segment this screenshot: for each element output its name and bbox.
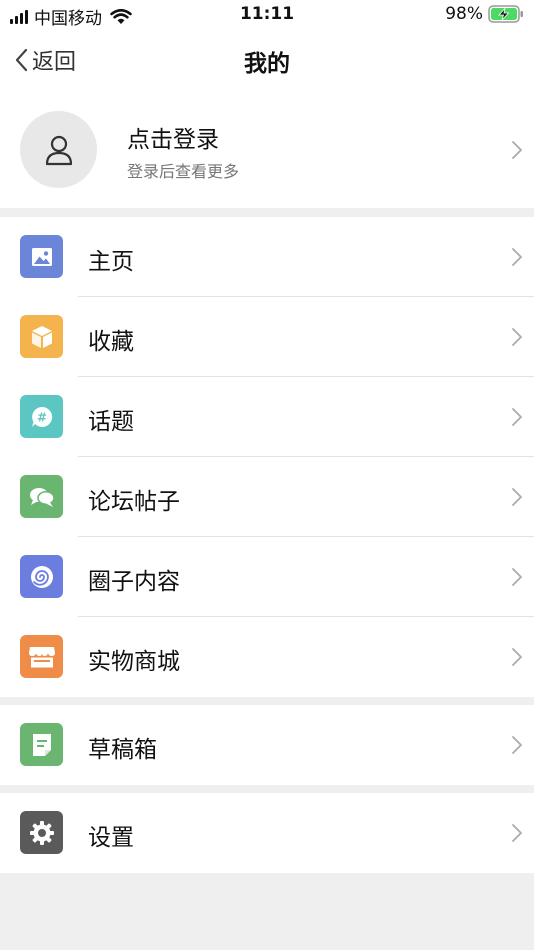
menu-item-label: 收藏 xyxy=(88,329,134,355)
status-right: 98% xyxy=(445,4,524,24)
menu-item-circle-content[interactable]: 圈子内容 xyxy=(0,537,534,617)
chevron-right-icon xyxy=(512,824,522,842)
chevron-right-icon xyxy=(512,488,522,506)
image-icon xyxy=(20,235,63,278)
chevron-right-icon xyxy=(512,328,522,346)
menu-item-label: 设置 xyxy=(88,825,134,851)
chevron-right-icon xyxy=(512,568,522,586)
menu-item-homepage[interactable]: 主页 xyxy=(0,217,534,297)
menu-item-topics[interactable]: # 话题 xyxy=(0,377,534,457)
document-icon xyxy=(20,723,63,766)
chevron-right-icon xyxy=(512,248,522,266)
nav-bar: 返回 我的 xyxy=(0,30,534,90)
menu-group-main: 主页 收藏 # 话题 论坛帖子 圈子内容 实物商城 xyxy=(0,217,534,697)
page-title: 我的 xyxy=(244,51,290,77)
menu-item-label: 实物商城 xyxy=(88,649,180,675)
chevron-right-icon xyxy=(512,736,522,754)
login-title: 点击登录 xyxy=(127,127,219,153)
menu-item-label: 主页 xyxy=(88,249,134,275)
menu-item-label: 圈子内容 xyxy=(88,569,180,595)
chevron-right-icon xyxy=(512,141,522,159)
battery-charging-icon xyxy=(488,5,523,23)
menu-item-label: 话题 xyxy=(88,409,134,435)
spiral-icon xyxy=(20,555,63,598)
battery-percent: 98% xyxy=(445,4,483,24)
shop-icon xyxy=(20,635,63,678)
menu-item-drafts[interactable]: 草稿箱 xyxy=(0,705,534,785)
menu-item-mall[interactable]: 实物商城 xyxy=(0,617,534,697)
box-icon xyxy=(20,315,63,358)
svg-text:#: # xyxy=(36,410,46,424)
menu-item-label: 草稿箱 xyxy=(88,737,157,763)
status-bar: 中国移动 11:11 98% xyxy=(0,0,534,30)
user-icon xyxy=(45,135,72,165)
chevron-right-icon xyxy=(512,648,522,666)
menu-item-forum-posts[interactable]: 论坛帖子 xyxy=(0,457,534,537)
menu-group-settings: 设置 xyxy=(0,793,534,873)
profile-login-row[interactable]: 点击登录 登录后查看更多 xyxy=(0,90,534,208)
chat-bubbles-icon xyxy=(20,475,63,518)
avatar xyxy=(20,111,97,188)
menu-item-favorites[interactable]: 收藏 xyxy=(0,297,534,377)
menu-group-drafts: 草稿箱 xyxy=(0,705,534,785)
gear-icon xyxy=(20,811,63,854)
menu-item-settings[interactable]: 设置 xyxy=(0,793,534,873)
chevron-right-icon xyxy=(512,408,522,426)
hashtag-bubble-icon: # xyxy=(20,395,63,438)
login-subtitle: 登录后查看更多 xyxy=(127,162,240,181)
menu-item-label: 论坛帖子 xyxy=(88,489,180,515)
